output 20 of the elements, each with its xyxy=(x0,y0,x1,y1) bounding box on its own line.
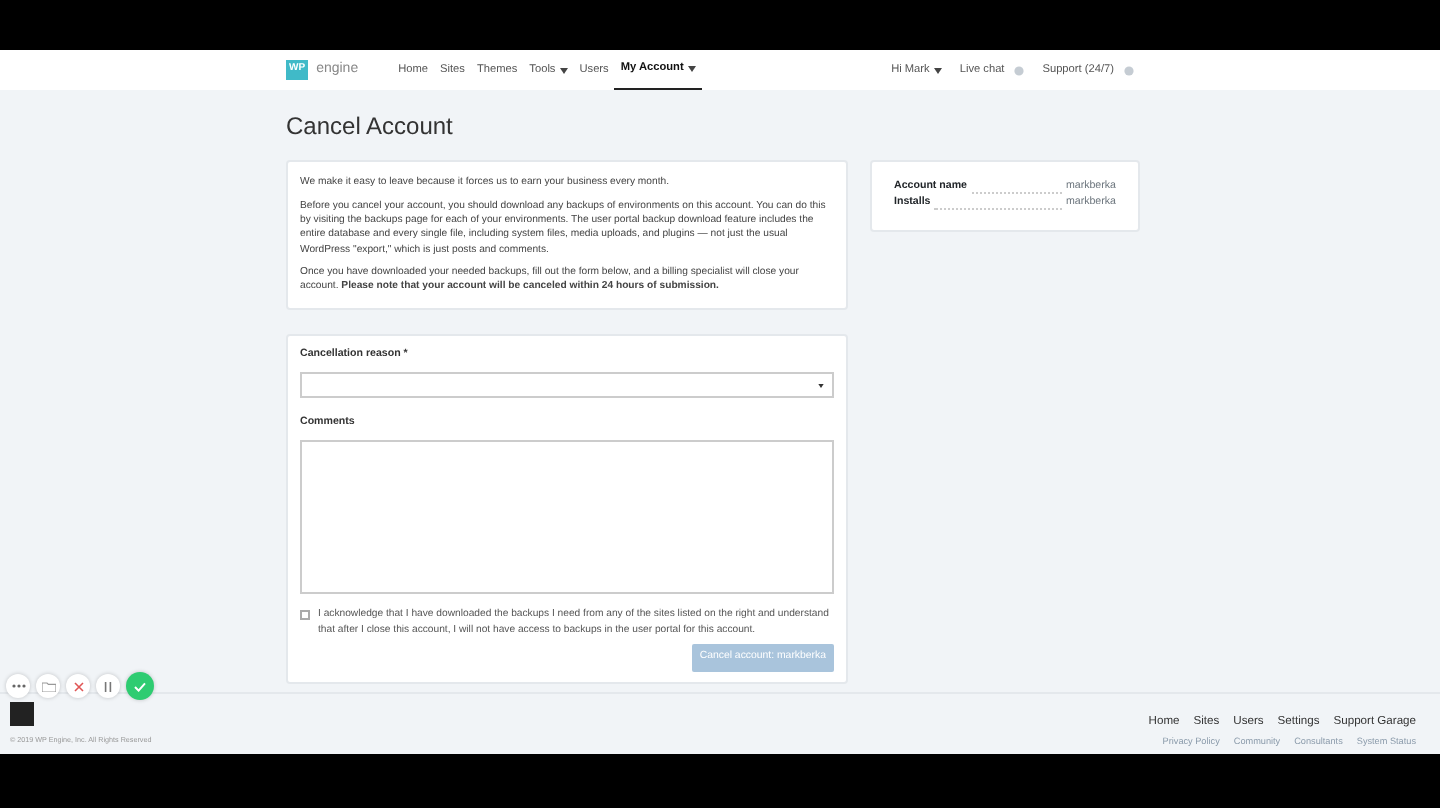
reason-select[interactable] xyxy=(300,372,834,399)
recorder-button[interactable] xyxy=(96,674,120,698)
caret-icon xyxy=(559,67,568,73)
close-icon xyxy=(73,681,83,691)
recorder-button[interactable] xyxy=(126,672,154,700)
folder-icon xyxy=(41,681,55,691)
status-dot-icon xyxy=(1014,65,1025,75)
recorder-button[interactable] xyxy=(36,674,60,698)
check-icon xyxy=(134,681,146,691)
page-title: Cancel Account xyxy=(286,112,455,141)
caret-icon xyxy=(818,383,824,388)
caret-icon xyxy=(933,67,942,73)
logo-icon xyxy=(10,702,34,726)
pause-icon xyxy=(104,681,112,691)
checkbox[interactable] xyxy=(300,610,310,621)
caret-icon xyxy=(687,66,696,72)
status-dot-icon xyxy=(1124,65,1134,75)
comments-field[interactable] xyxy=(300,440,834,595)
recorder-button[interactable] xyxy=(6,674,30,698)
recorder-button[interactable] xyxy=(66,674,90,698)
